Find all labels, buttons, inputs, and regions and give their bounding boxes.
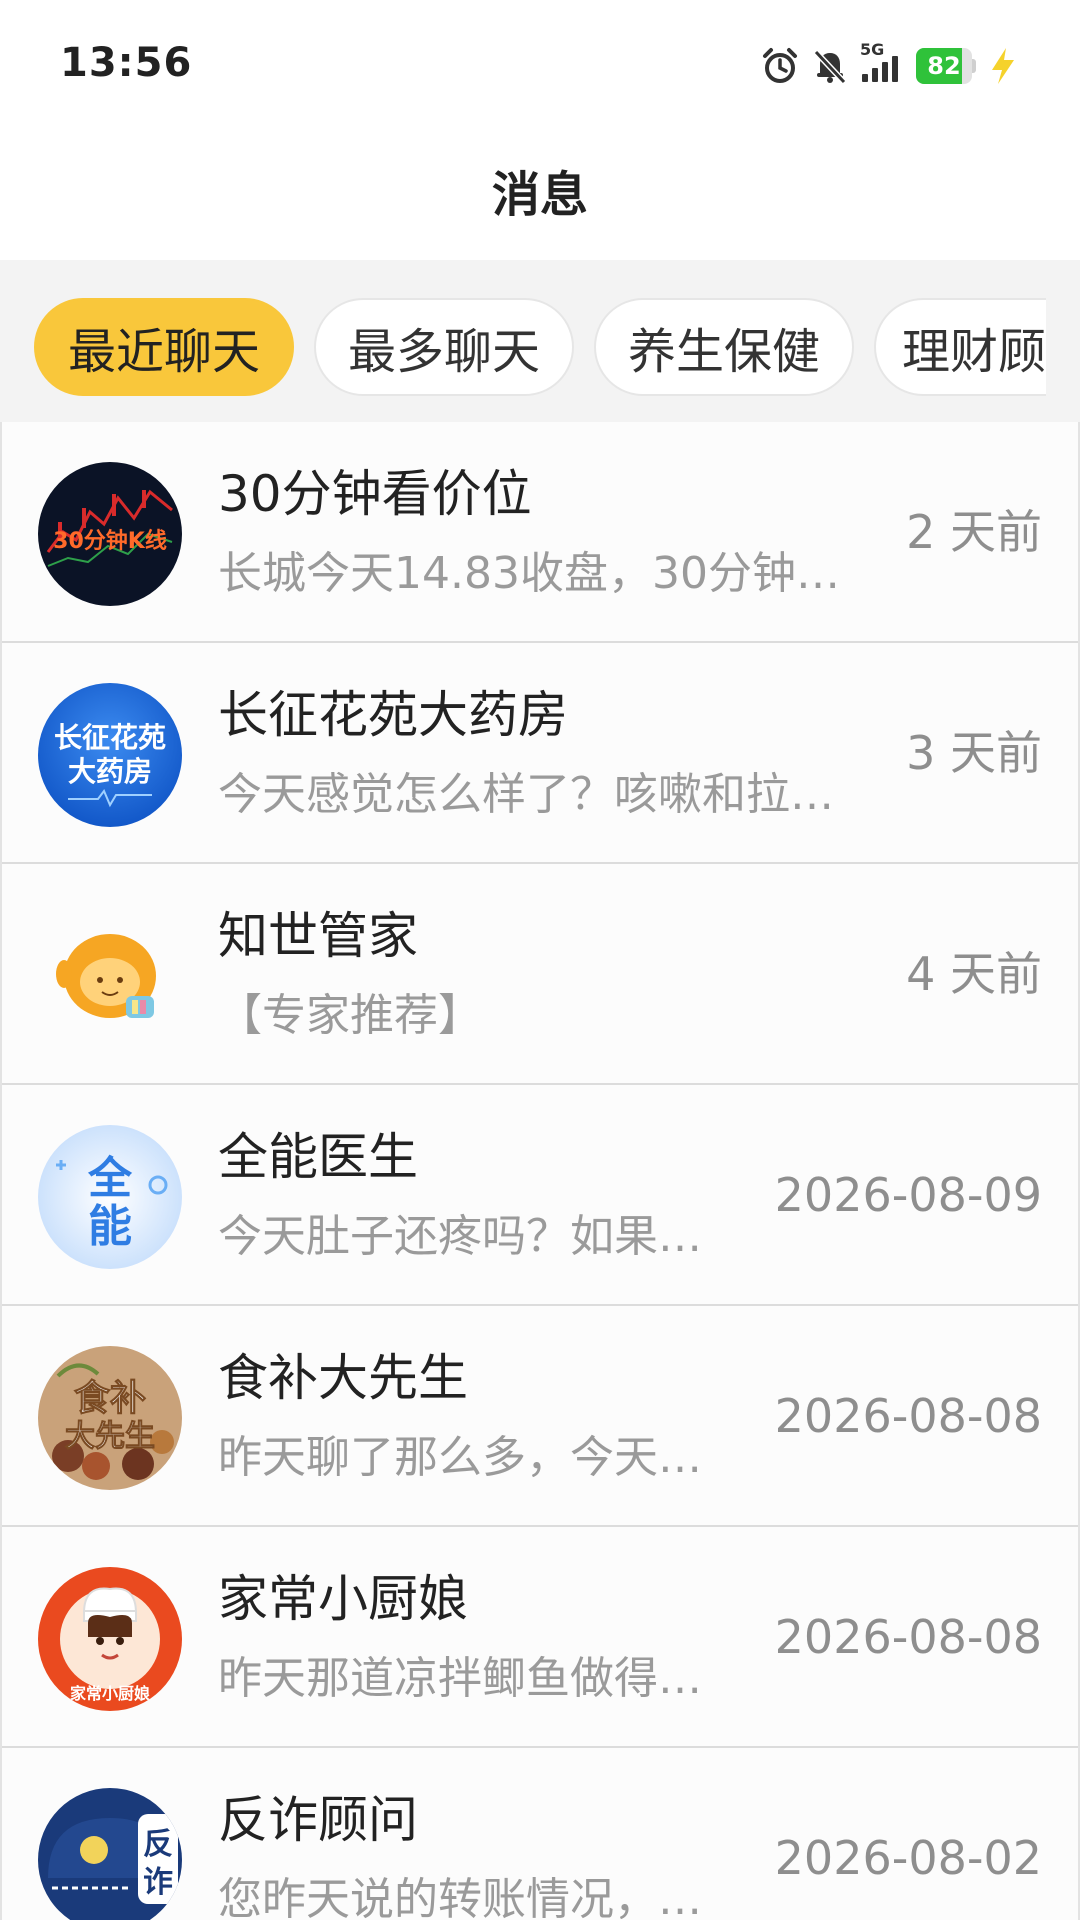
chat-time: 4 天前 xyxy=(906,947,1042,1001)
battery-level: 82 xyxy=(927,52,961,80)
avatar: 反 诈 xyxy=(38,1788,182,1920)
status-time: 13:56 xyxy=(60,40,193,86)
chat-preview: 昨天聊了那么多，今天… xyxy=(218,1432,702,1483)
chat-time: 3 天前 xyxy=(906,726,1042,780)
charging-icon xyxy=(986,46,1020,86)
svg-text:食补: 食补 xyxy=(74,1378,146,1419)
tab-finance[interactable]: 理财顾 xyxy=(874,298,1046,396)
chat-time: 2026-08-08 xyxy=(774,1389,1042,1443)
chat-item[interactable]: 家常小厨娘 家常小厨娘 昨天那道凉拌鲫鱼做得… 2026-08-08 xyxy=(2,1527,1078,1748)
chat-item[interactable]: 全 能 全能医生 今天肚子还疼吗？如果… 2026-08-09 xyxy=(2,1085,1078,1306)
chat-item[interactable]: 反 诈 反诈顾问 您昨天说的转账情况，… 2026-08-02 xyxy=(2,1748,1078,1920)
chat-name: 30分钟看价位 xyxy=(218,465,532,523)
avatar: 全 能 xyxy=(38,1125,182,1269)
svg-text:大先生: 大先生 xyxy=(65,1419,155,1454)
chat-time: 2026-08-02 xyxy=(774,1831,1042,1885)
tab-most-chats[interactable]: 最多聊天 xyxy=(314,298,574,396)
tab-recent-chats[interactable]: 最近聊天 xyxy=(34,298,294,396)
chat-time: 2026-08-08 xyxy=(774,1610,1042,1664)
svg-text:能: 能 xyxy=(88,1201,132,1252)
chat-name: 全能医生 xyxy=(218,1128,418,1186)
chat-item[interactable]: 知世管家 【专家推荐】 4 天前 xyxy=(2,864,1078,1085)
avatar: 长征花苑 大药房 xyxy=(38,683,182,827)
page-title: 消息 xyxy=(491,167,588,223)
chat-name: 反诈顾问 xyxy=(218,1791,418,1849)
svg-text:大药房: 大药房 xyxy=(68,755,152,788)
svg-text:家常小厨娘: 家常小厨娘 xyxy=(70,1684,150,1703)
svg-text:长征花苑: 长征花苑 xyxy=(54,721,166,754)
header: 消息 xyxy=(0,130,1080,260)
chat-preview: 您昨天说的转账情况，… xyxy=(218,1874,702,1920)
status-icons: 5G 82 xyxy=(760,40,1020,88)
tab-bar: 最近聊天 最多聊天 养生保健 理财顾 xyxy=(0,260,1080,422)
chat-preview: 【专家推荐】 xyxy=(218,990,482,1041)
chat-item[interactable]: 食补 大先生 食补大先生 昨天聊了那么多，今天… 2026-08-08 xyxy=(2,1306,1078,1527)
svg-text:反: 反 xyxy=(143,1827,173,1862)
avatar xyxy=(38,904,182,1048)
chat-item[interactable]: 30分钟K线 30分钟看价位 长城今天14.83收盘，30分钟… 2 天前 xyxy=(2,422,1078,643)
chat-preview: 今天感觉怎么样了？咳嗽和拉… xyxy=(218,769,834,820)
signal-icon: 5G xyxy=(860,40,906,86)
chat-name: 食补大先生 xyxy=(218,1349,468,1407)
chat-time: 2026-08-09 xyxy=(774,1168,1042,1222)
avatar: 食补 大先生 xyxy=(38,1346,182,1490)
chat-name: 知世管家 xyxy=(218,907,418,965)
avatar: 家常小厨娘 xyxy=(38,1567,182,1711)
chat-name: 家常小厨娘 xyxy=(218,1570,468,1628)
chat-preview: 长城今天14.83收盘，30分钟… xyxy=(218,548,840,599)
chat-name: 长征花苑大药房 xyxy=(218,686,568,744)
chat-preview: 昨天那道凉拌鲫鱼做得… xyxy=(218,1653,702,1704)
tab-health[interactable]: 养生保健 xyxy=(594,298,854,396)
chat-item[interactable]: 长征花苑 大药房 长征花苑大药房 今天感觉怎么样了？咳嗽和拉… 3 天前 xyxy=(2,643,1078,864)
chat-preview: 今天肚子还疼吗？如果… xyxy=(218,1211,702,1262)
status-bar: 13:56 5G 82 xyxy=(0,0,1080,130)
chat-time: 2 天前 xyxy=(906,505,1042,559)
network-label: 5G xyxy=(860,40,885,59)
svg-text:诈: 诈 xyxy=(143,1865,173,1900)
bell-off-icon xyxy=(810,46,850,86)
avatar: 30分钟K线 xyxy=(38,462,182,606)
alarm-icon xyxy=(760,46,800,86)
avatar-text: 30分钟K线 xyxy=(53,528,167,554)
svg-text:全: 全 xyxy=(87,1153,133,1204)
tab-scroll[interactable]: 最近聊天 最多聊天 养生保健 理财顾 xyxy=(34,298,1046,398)
chat-list[interactable]: 30分钟K线 30分钟看价位 长城今天14.83收盘，30分钟… 2 天前 长征… xyxy=(0,422,1080,1920)
battery-icon: 82 xyxy=(916,48,976,84)
